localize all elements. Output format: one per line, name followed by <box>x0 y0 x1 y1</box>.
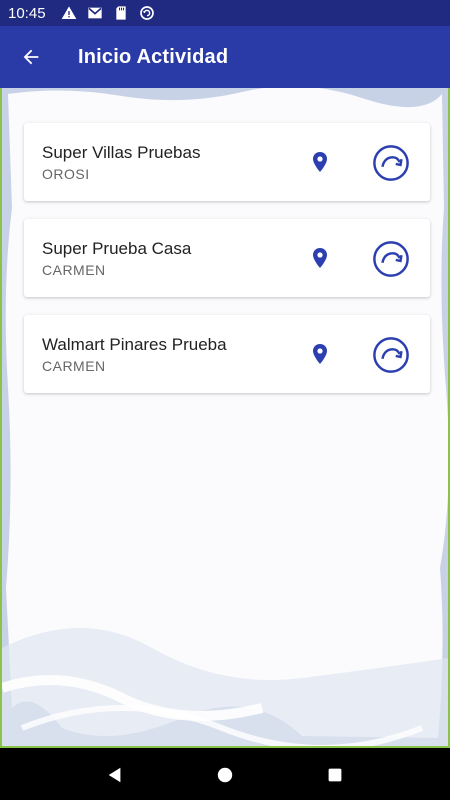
page-title: Inicio Actividad <box>78 45 229 68</box>
activity-card[interactable]: Super Villas Pruebas OROSI <box>24 123 430 201</box>
sd-card-icon <box>110 4 132 22</box>
location-pin-icon[interactable] <box>308 149 332 175</box>
start-activity-icon[interactable] <box>372 240 410 278</box>
activity-name: Walmart Pinares Prueba <box>42 335 227 354</box>
status-time: 10:45 <box>8 4 46 22</box>
app-bar: Inicio Actividad <box>0 26 450 88</box>
activity-location: CARMEN <box>42 358 106 374</box>
activity-card[interactable]: Super Prueba Casa CARMEN <box>24 219 430 297</box>
status-bar: 10:45 <box>0 0 450 26</box>
activity-location: OROSI <box>42 166 90 182</box>
sync-icon <box>136 4 158 22</box>
start-activity-icon[interactable] <box>372 144 410 182</box>
location-pin-icon[interactable] <box>308 341 332 367</box>
back-triangle-icon <box>108 767 121 783</box>
location-pin-icon[interactable] <box>308 245 332 271</box>
gmail-icon <box>84 4 106 22</box>
activity-name: Super Prueba Casa <box>42 239 192 258</box>
start-activity-icon[interactable] <box>372 336 410 374</box>
nav-home-button[interactable] <box>210 760 240 790</box>
activity-name: Super Villas Pruebas <box>42 143 201 162</box>
recents-square-icon <box>328 768 342 782</box>
activity-location: CARMEN <box>42 262 106 278</box>
back-button[interactable] <box>0 26 62 88</box>
nav-back-button[interactable] <box>100 760 130 790</box>
arrow-back-icon <box>23 49 39 65</box>
activity-list-container: Super Villas Pruebas OROSI Super Prueba … <box>0 88 450 748</box>
home-circle-icon <box>217 767 233 783</box>
warning-icon <box>58 4 80 22</box>
system-nav-bar <box>0 750 450 800</box>
nav-recents-button[interactable] <box>320 760 350 790</box>
activity-card[interactable]: Walmart Pinares Prueba CARMEN <box>24 315 430 393</box>
